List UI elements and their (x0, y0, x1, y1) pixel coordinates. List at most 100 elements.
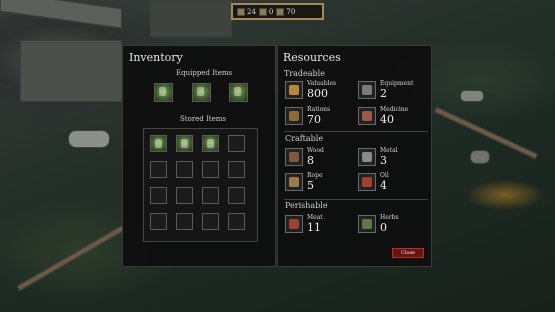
stored-slot[interactable] (176, 213, 193, 230)
fortress-wall (0, 0, 122, 29)
item-icon (159, 87, 166, 96)
resource-valuables: Valuables 800 (285, 80, 357, 102)
top-resource-bar: 24 0 70 (231, 3, 324, 20)
section-title-tradeable: Tradeable (284, 69, 325, 78)
inventory-title: Inventory (129, 51, 183, 64)
resource-value: 40 (380, 113, 394, 126)
resource-label: Equipment (380, 80, 414, 87)
icon-fill (289, 177, 299, 187)
stored-slot[interactable] (176, 187, 193, 204)
item-icon (181, 139, 188, 148)
stored-slot[interactable] (202, 135, 219, 152)
stored-slot[interactable] (228, 213, 245, 230)
resource-wood: Wood 8 (285, 147, 357, 169)
topbar-value: 24 (247, 7, 256, 16)
icon-fill (362, 152, 372, 162)
stored-slot[interactable] (202, 161, 219, 178)
rock (470, 150, 490, 164)
rock (68, 130, 110, 148)
resource-rope: Rope 5 (285, 172, 357, 194)
resource-label: Metal (380, 147, 398, 154)
equipment-icon (258, 7, 267, 16)
resource-label: Oil (380, 172, 389, 179)
section-divider (284, 199, 428, 200)
stored-slot[interactable] (228, 135, 245, 152)
resource-value: 2 (380, 87, 387, 100)
resource-value: 8 (307, 154, 314, 167)
stored-slot[interactable] (150, 187, 167, 204)
topbar-value: 70 (286, 7, 296, 16)
equipped-slot[interactable] (154, 83, 173, 102)
resource-rations: Rations 70 (285, 106, 357, 128)
valuables-icon (237, 7, 245, 16)
resource-value: 4 (380, 179, 387, 192)
item-icon (155, 139, 162, 148)
resource-medicine: Medicine 40 (358, 106, 430, 128)
stored-slot[interactable] (228, 161, 245, 178)
resource-value: 70 (307, 113, 321, 126)
topbar-rations: 70 (276, 7, 296, 16)
resource-value: 800 (307, 87, 328, 100)
resource-value: 0 (380, 221, 387, 234)
resources-title: Resources (283, 51, 341, 64)
item-icon (234, 87, 241, 96)
resource-meat: Meat 11 (285, 214, 357, 236)
rations-icon (285, 107, 303, 125)
icon-fill (289, 152, 299, 162)
section-title-craftable: Craftable (285, 134, 324, 143)
icon-fill (362, 177, 372, 187)
topbar-equipment: 0 (258, 7, 274, 16)
resource-value: 5 (307, 179, 314, 192)
resource-herbs: Herbs 0 (358, 214, 430, 236)
close-button[interactable]: Close (392, 248, 424, 258)
resource-label: Medicine (380, 106, 409, 113)
topbar-value: 0 (268, 7, 274, 16)
resource-label: Rope (307, 172, 323, 179)
stored-slot[interactable] (150, 161, 167, 178)
icon-fill (289, 219, 299, 229)
valuables-icon (285, 81, 303, 99)
resource-metal: Metal 3 (358, 147, 430, 169)
item-icon (197, 87, 204, 96)
stored-slot[interactable] (150, 135, 167, 152)
resource-label: Herbs (380, 214, 399, 221)
resource-label: Valuables (307, 80, 337, 87)
icon-fill (362, 111, 372, 121)
herbs-icon (358, 215, 376, 233)
item-icon (207, 139, 214, 148)
medicine-icon (358, 107, 376, 125)
resource-equipment: Equipment 2 (358, 80, 430, 102)
section-divider (284, 131, 428, 132)
equipment-icon (358, 81, 376, 99)
stored-slot[interactable] (202, 187, 219, 204)
resource-label: Wood (307, 147, 324, 154)
equipped-slot[interactable] (192, 83, 211, 102)
fortress-wall (150, 0, 232, 37)
wood-icon (285, 148, 303, 166)
stored-slot[interactable] (228, 187, 245, 204)
rope-icon (285, 173, 303, 191)
resource-label: Rations (307, 106, 331, 113)
stored-slot[interactable] (202, 213, 219, 230)
stored-items-title: Stored Items (180, 115, 226, 123)
resource-value: 3 (380, 154, 387, 167)
section-title-perishable: Perishable (285, 201, 328, 210)
icon-fill (289, 111, 299, 121)
equipped-slot[interactable] (229, 83, 248, 102)
wooden-fence (16, 224, 126, 292)
icon-fill (362, 85, 372, 95)
stored-slot[interactable] (150, 213, 167, 230)
stored-slot[interactable] (176, 135, 193, 152)
oil-icon (358, 173, 376, 191)
icon-fill (289, 85, 299, 95)
metal-icon (358, 148, 376, 166)
fortress-wall (20, 40, 122, 102)
meat-icon (285, 215, 303, 233)
icon-fill (362, 219, 372, 229)
resource-label: Meat (307, 214, 323, 221)
resource-oil: Oil 4 (358, 172, 430, 194)
rock (460, 90, 484, 102)
equipped-items-title: Equipped Items (176, 69, 233, 77)
topbar-valuables: 24 (237, 7, 256, 16)
stored-slot[interactable] (176, 161, 193, 178)
